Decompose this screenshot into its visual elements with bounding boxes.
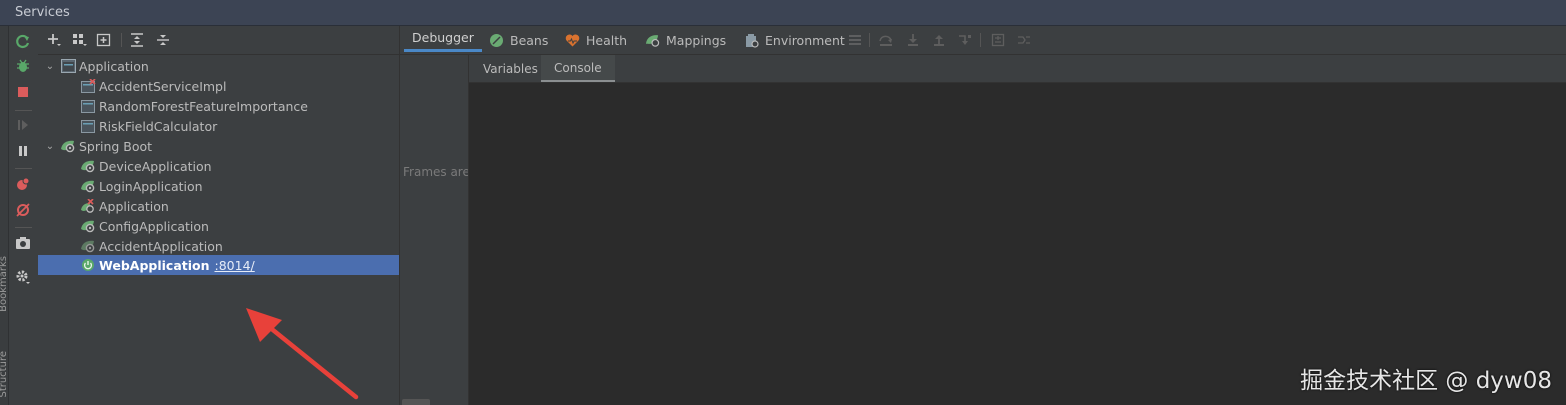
debugger-tab-bar: Debugger Beans Health Mappings Environme… [400, 26, 1566, 55]
new-service-icon[interactable] [96, 32, 112, 48]
services-tree-panel: ⌄ Application AccidentServiceImpl Random… [38, 26, 400, 405]
tab-variables[interactable]: Variables [469, 55, 552, 82]
tree-item[interactable]: RiskFieldCalculator [38, 116, 399, 136]
tab-variables-label: Variables [483, 61, 538, 76]
environment-icon [744, 33, 759, 48]
spring-boot-icon [60, 138, 76, 154]
mappings-icon [645, 33, 660, 48]
tab-environment-label: Environment [765, 32, 845, 48]
application-config-error-icon [80, 78, 96, 94]
chevron-down-icon[interactable]: ⌄ [44, 141, 56, 152]
step-over-icon[interactable] [878, 32, 894, 48]
tab-console-label: Console [554, 60, 602, 75]
step-into-icon[interactable] [905, 32, 921, 48]
tree-item[interactable]: DeviceApplication [38, 156, 399, 176]
tree-group-application[interactable]: ⌄ Application [38, 56, 399, 76]
tab-beans-label: Beans [510, 32, 549, 48]
health-icon [565, 33, 580, 48]
watermark-text: 掘金技术社区 @ dyw08 [1300, 368, 1552, 394]
tree-item-label: LoginApplication [99, 178, 203, 194]
camera-icon[interactable] [15, 235, 31, 251]
tree-group-spring-boot[interactable]: ⌄ Spring Boot [38, 136, 399, 156]
resume-icon[interactable] [15, 117, 31, 133]
spring-boot-app-icon [80, 178, 96, 194]
tree-item[interactable]: ConfigApplication [38, 216, 399, 236]
tab-health-label: Health [586, 32, 628, 48]
menu-lines-icon[interactable] [847, 32, 863, 48]
stop-icon[interactable] [15, 84, 31, 100]
tree-item-label: AccidentServiceImpl [99, 78, 227, 94]
tool-window-strip: Bookmarks Structure [0, 26, 9, 405]
port-link[interactable]: :8014/ [215, 258, 255, 273]
rerun-icon[interactable] [15, 34, 31, 50]
run-to-cursor-icon[interactable] [957, 32, 973, 48]
tree-group-label: Spring Boot [79, 138, 153, 154]
spring-boot-app-icon [80, 218, 96, 234]
beans-icon [489, 33, 504, 48]
group-icon[interactable] [72, 32, 88, 48]
frames-empty-text: Frames are [403, 165, 469, 179]
variables-console-tab-bar: Variables Console [469, 55, 1566, 83]
debug-icon[interactable] [15, 58, 31, 74]
tree-item[interactable]: Application [38, 196, 399, 216]
tree-item[interactable]: RandomForestFeatureImportance [38, 96, 399, 116]
tree-item-label: DeviceApplication [99, 158, 212, 174]
annotation-arrow-icon [246, 308, 359, 400]
expand-all-icon[interactable] [129, 32, 145, 48]
debugger-panel: Debugger Beans Health Mappings Environme… [400, 26, 1566, 405]
settings-icon[interactable] [15, 269, 31, 285]
tree-item[interactable]: LoginApplication [38, 176, 399, 196]
application-config-icon [60, 58, 76, 74]
tab-mappings[interactable]: Mappings [645, 26, 726, 54]
step-out-icon[interactable] [931, 32, 947, 48]
tree-item[interactable]: AccidentApplication [38, 236, 399, 256]
services-tree-toolbar [38, 26, 399, 55]
application-config-icon [80, 118, 96, 134]
tab-mappings-label: Mappings [666, 32, 727, 48]
spring-boot-app-icon [80, 158, 96, 174]
chevron-down-icon[interactable]: ⌄ [44, 61, 56, 72]
tab-debugger-label: Debugger [412, 30, 474, 45]
window-title: Services [0, 0, 1566, 26]
tree-item-label: RiskFieldCalculator [99, 118, 218, 134]
tree-item-label: Application [99, 198, 169, 214]
trace-icon[interactable] [1016, 32, 1032, 48]
mute-breakpoints-icon[interactable] [15, 202, 31, 218]
tree-item-label: WebApplication [99, 257, 210, 273]
frames-pane: Frames are [400, 55, 469, 405]
application-config-icon [80, 98, 96, 114]
view-breakpoints-icon[interactable] [15, 176, 31, 192]
tree-item-label: ConfigApplication [99, 218, 209, 234]
frames-scrollbar[interactable] [402, 399, 430, 405]
collapse-all-icon[interactable] [155, 32, 171, 48]
pause-icon[interactable] [15, 143, 31, 159]
tab-console[interactable]: Console [541, 55, 615, 82]
tab-beans[interactable]: Beans [489, 26, 548, 54]
tree-item-label: AccidentApplication [99, 238, 223, 254]
tree-item[interactable]: AccidentServiceImpl [38, 76, 399, 96]
tree-item-label: RandomForestFeatureImportance [99, 98, 308, 114]
evaluate-expression-icon[interactable] [990, 32, 1006, 48]
tree-item-selected[interactable]: WebApplication :8014/ [38, 255, 399, 275]
services-action-toolbar [9, 26, 39, 405]
tab-environment[interactable]: Environment [744, 26, 845, 54]
tab-health[interactable]: Health [565, 26, 627, 54]
add-icon[interactable] [46, 32, 62, 48]
tree-group-label: Application [79, 58, 149, 74]
spring-boot-app-error-icon [80, 198, 96, 214]
tab-debugger[interactable]: Debugger [404, 26, 482, 52]
spring-boot-app-icon [80, 238, 96, 254]
console-output[interactable] [469, 83, 1566, 405]
spring-boot-running-icon [80, 257, 96, 273]
